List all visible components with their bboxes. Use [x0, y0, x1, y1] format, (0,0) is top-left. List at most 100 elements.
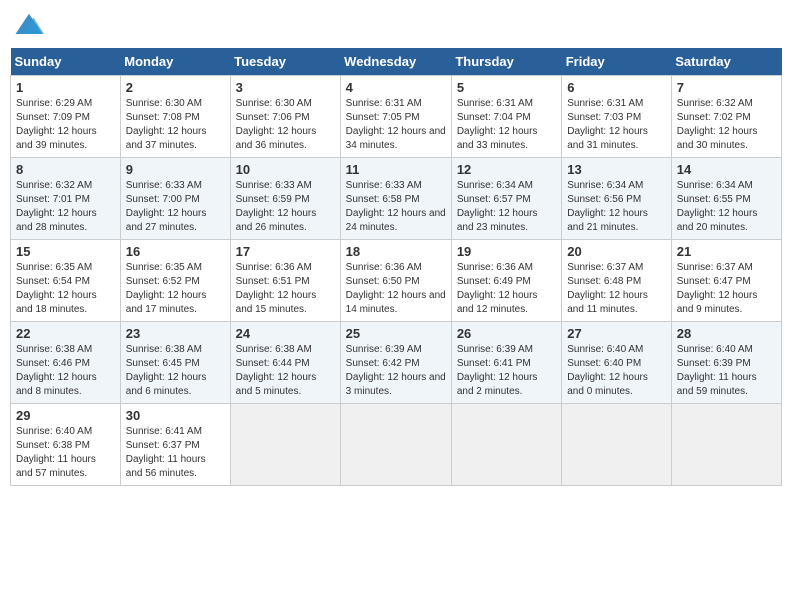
day-detail: Sunrise: 6:29 AMSunset: 7:09 PMDaylight:… [16, 98, 97, 151]
day-detail: Sunrise: 6:39 AMSunset: 6:41 PMDaylight:… [457, 344, 538, 397]
day-number: 24 [236, 326, 335, 341]
day-detail: Sunrise: 6:34 AMSunset: 6:56 PMDaylight:… [567, 180, 648, 233]
day-detail: Sunrise: 6:35 AMSunset: 6:54 PMDaylight:… [16, 262, 97, 315]
col-header-friday: Friday [562, 48, 671, 76]
day-number: 7 [677, 80, 776, 95]
calendar-day-cell: 7 Sunrise: 6:32 AMSunset: 7:02 PMDayligh… [671, 76, 781, 158]
day-detail: Sunrise: 6:41 AMSunset: 6:37 PMDaylight:… [126, 426, 206, 479]
calendar-week-row: 1 Sunrise: 6:29 AMSunset: 7:09 PMDayligh… [11, 76, 782, 158]
day-number: 9 [126, 162, 225, 177]
day-number: 6 [567, 80, 665, 95]
calendar-day-cell: 28 Sunrise: 6:40 AMSunset: 6:39 PMDaylig… [671, 322, 781, 404]
day-detail: Sunrise: 6:33 AMSunset: 6:59 PMDaylight:… [236, 180, 317, 233]
calendar-week-row: 15 Sunrise: 6:35 AMSunset: 6:54 PMDaylig… [11, 240, 782, 322]
col-header-saturday: Saturday [671, 48, 781, 76]
day-number: 16 [126, 244, 225, 259]
calendar-day-cell: 18 Sunrise: 6:36 AMSunset: 6:50 PMDaylig… [340, 240, 451, 322]
calendar-day-cell: 21 Sunrise: 6:37 AMSunset: 6:47 PMDaylig… [671, 240, 781, 322]
day-detail: Sunrise: 6:35 AMSunset: 6:52 PMDaylight:… [126, 262, 207, 315]
day-detail: Sunrise: 6:30 AMSunset: 7:06 PMDaylight:… [236, 98, 317, 151]
logo [14, 10, 48, 40]
calendar-day-cell: 4 Sunrise: 6:31 AMSunset: 7:05 PMDayligh… [340, 76, 451, 158]
calendar-day-cell: 1 Sunrise: 6:29 AMSunset: 7:09 PMDayligh… [11, 76, 121, 158]
day-number: 25 [346, 326, 446, 341]
day-number: 1 [16, 80, 115, 95]
col-header-sunday: Sunday [11, 48, 121, 76]
col-header-wednesday: Wednesday [340, 48, 451, 76]
day-number: 23 [126, 326, 225, 341]
day-detail: Sunrise: 6:31 AMSunset: 7:03 PMDaylight:… [567, 98, 648, 151]
calendar-day-cell: 26 Sunrise: 6:39 AMSunset: 6:41 PMDaylig… [451, 322, 561, 404]
calendar-day-cell: 27 Sunrise: 6:40 AMSunset: 6:40 PMDaylig… [562, 322, 671, 404]
calendar-week-row: 22 Sunrise: 6:38 AMSunset: 6:46 PMDaylig… [11, 322, 782, 404]
day-number: 3 [236, 80, 335, 95]
day-detail: Sunrise: 6:34 AMSunset: 6:57 PMDaylight:… [457, 180, 538, 233]
day-number: 4 [346, 80, 446, 95]
day-detail: Sunrise: 6:36 AMSunset: 6:51 PMDaylight:… [236, 262, 317, 315]
calendar-day-cell: 11 Sunrise: 6:33 AMSunset: 6:58 PMDaylig… [340, 158, 451, 240]
day-detail: Sunrise: 6:33 AMSunset: 6:58 PMDaylight:… [346, 180, 446, 233]
col-header-thursday: Thursday [451, 48, 561, 76]
empty-cell [451, 404, 561, 486]
day-number: 13 [567, 162, 665, 177]
day-number: 5 [457, 80, 556, 95]
day-number: 30 [126, 408, 225, 423]
calendar-day-cell: 25 Sunrise: 6:39 AMSunset: 6:42 PMDaylig… [340, 322, 451, 404]
day-number: 22 [16, 326, 115, 341]
calendar-day-cell: 13 Sunrise: 6:34 AMSunset: 6:56 PMDaylig… [562, 158, 671, 240]
calendar-week-row: 8 Sunrise: 6:32 AMSunset: 7:01 PMDayligh… [11, 158, 782, 240]
calendar-day-cell: 3 Sunrise: 6:30 AMSunset: 7:06 PMDayligh… [230, 76, 340, 158]
calendar-day-cell: 2 Sunrise: 6:30 AMSunset: 7:08 PMDayligh… [120, 76, 230, 158]
empty-cell [230, 404, 340, 486]
calendar-week-row: 29 Sunrise: 6:40 AMSunset: 6:38 PMDaylig… [11, 404, 782, 486]
logo-icon [14, 10, 44, 40]
empty-cell [671, 404, 781, 486]
day-number: 21 [677, 244, 776, 259]
day-detail: Sunrise: 6:36 AMSunset: 6:49 PMDaylight:… [457, 262, 538, 315]
col-header-monday: Monday [120, 48, 230, 76]
calendar-day-cell: 15 Sunrise: 6:35 AMSunset: 6:54 PMDaylig… [11, 240, 121, 322]
day-number: 2 [126, 80, 225, 95]
calendar-day-cell: 12 Sunrise: 6:34 AMSunset: 6:57 PMDaylig… [451, 158, 561, 240]
day-detail: Sunrise: 6:34 AMSunset: 6:55 PMDaylight:… [677, 180, 758, 233]
day-detail: Sunrise: 6:40 AMSunset: 6:38 PMDaylight:… [16, 426, 96, 479]
day-detail: Sunrise: 6:40 AMSunset: 6:40 PMDaylight:… [567, 344, 648, 397]
day-detail: Sunrise: 6:32 AMSunset: 7:02 PMDaylight:… [677, 98, 758, 151]
day-detail: Sunrise: 6:31 AMSunset: 7:04 PMDaylight:… [457, 98, 538, 151]
calendar-header-row: SundayMondayTuesdayWednesdayThursdayFrid… [11, 48, 782, 76]
day-detail: Sunrise: 6:39 AMSunset: 6:42 PMDaylight:… [346, 344, 446, 397]
calendar-day-cell: 16 Sunrise: 6:35 AMSunset: 6:52 PMDaylig… [120, 240, 230, 322]
day-detail: Sunrise: 6:38 AMSunset: 6:46 PMDaylight:… [16, 344, 97, 397]
empty-cell [340, 404, 451, 486]
calendar-day-cell: 14 Sunrise: 6:34 AMSunset: 6:55 PMDaylig… [671, 158, 781, 240]
day-detail: Sunrise: 6:33 AMSunset: 7:00 PMDaylight:… [126, 180, 207, 233]
calendar-day-cell: 17 Sunrise: 6:36 AMSunset: 6:51 PMDaylig… [230, 240, 340, 322]
day-number: 10 [236, 162, 335, 177]
col-header-tuesday: Tuesday [230, 48, 340, 76]
day-detail: Sunrise: 6:31 AMSunset: 7:05 PMDaylight:… [346, 98, 446, 151]
day-number: 19 [457, 244, 556, 259]
day-number: 11 [346, 162, 446, 177]
day-number: 29 [16, 408, 115, 423]
empty-cell [562, 404, 671, 486]
day-number: 17 [236, 244, 335, 259]
day-number: 20 [567, 244, 665, 259]
day-number: 12 [457, 162, 556, 177]
day-number: 8 [16, 162, 115, 177]
day-number: 28 [677, 326, 776, 341]
day-number: 18 [346, 244, 446, 259]
day-detail: Sunrise: 6:37 AMSunset: 6:47 PMDaylight:… [677, 262, 758, 315]
calendar-day-cell: 19 Sunrise: 6:36 AMSunset: 6:49 PMDaylig… [451, 240, 561, 322]
day-detail: Sunrise: 6:38 AMSunset: 6:44 PMDaylight:… [236, 344, 317, 397]
calendar-day-cell: 30 Sunrise: 6:41 AMSunset: 6:37 PMDaylig… [120, 404, 230, 486]
calendar-day-cell: 5 Sunrise: 6:31 AMSunset: 7:04 PMDayligh… [451, 76, 561, 158]
calendar-day-cell: 22 Sunrise: 6:38 AMSunset: 6:46 PMDaylig… [11, 322, 121, 404]
calendar-table: SundayMondayTuesdayWednesdayThursdayFrid… [10, 48, 782, 486]
calendar-day-cell: 24 Sunrise: 6:38 AMSunset: 6:44 PMDaylig… [230, 322, 340, 404]
calendar-day-cell: 23 Sunrise: 6:38 AMSunset: 6:45 PMDaylig… [120, 322, 230, 404]
calendar-day-cell: 29 Sunrise: 6:40 AMSunset: 6:38 PMDaylig… [11, 404, 121, 486]
day-detail: Sunrise: 6:38 AMSunset: 6:45 PMDaylight:… [126, 344, 207, 397]
day-detail: Sunrise: 6:40 AMSunset: 6:39 PMDaylight:… [677, 344, 757, 397]
calendar-day-cell: 20 Sunrise: 6:37 AMSunset: 6:48 PMDaylig… [562, 240, 671, 322]
day-detail: Sunrise: 6:37 AMSunset: 6:48 PMDaylight:… [567, 262, 648, 315]
